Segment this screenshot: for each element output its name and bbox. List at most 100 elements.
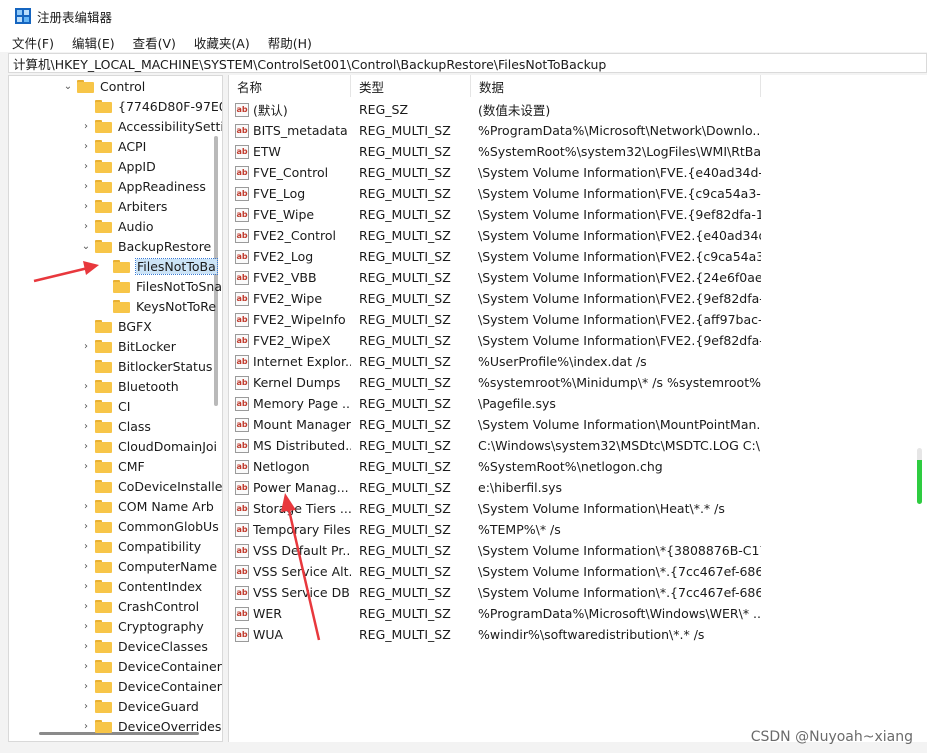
value-row[interactable]: ab Power Manag... REG_MULTI_SZ e:\hiberfil.… — [229, 477, 927, 498]
tree-item[interactable]: › DeviceOverrides — [81, 716, 221, 736]
value-row[interactable]: ab FVE_Log REG_MULTI_SZ \System Volume Info… — [229, 183, 927, 204]
address-path[interactable]: 计算机\HKEY_LOCAL_MACHINE\SYSTEM\ControlSet… — [13, 54, 606, 73]
side-scroll-indicator[interactable] — [917, 448, 922, 504]
value-row[interactable]: ab FVE2_VBB REG_MULTI_SZ \System Volume Inf… — [229, 267, 927, 288]
address-bar[interactable]: 计算机\HKEY_LOCAL_MACHINE\SYSTEM\ControlSet… — [8, 53, 927, 73]
value-row[interactable]: ab WER REG_MULTI_SZ %ProgramData%\Microsoft… — [229, 603, 927, 624]
tree-item[interactable]: FilesNotToBa — [99, 256, 218, 276]
tree-item[interactable]: FilesNotToSna — [99, 276, 222, 296]
tree-item[interactable]: › COM Name Arb — [81, 496, 214, 516]
value-row[interactable]: ab Temporary Files REG_MULTI_SZ %TEMP%\* /s — [229, 519, 927, 540]
chevron-right-icon[interactable]: › — [81, 596, 91, 616]
tree-item[interactable]: › Cryptography — [81, 616, 204, 636]
menu-favorites[interactable]: 收藏夹(A) — [192, 33, 252, 52]
value-row[interactable]: ab Storage Tiers ... REG_MULTI_SZ \System V… — [229, 498, 927, 519]
tree-item[interactable]: › ACPI — [81, 136, 146, 156]
chevron-right-icon[interactable]: › — [81, 516, 91, 536]
chevron-right-icon[interactable]: › — [81, 136, 91, 156]
key-tree-pane[interactable]: ⌄ Control {7746D80F-97E0 › AccessibilitySett… — [8, 75, 223, 742]
value-row[interactable]: ab VSS Service DB REG_MULTI_SZ \System Volu… — [229, 582, 927, 603]
tree-item[interactable]: › DeviceGuard — [81, 696, 199, 716]
tree-item[interactable]: › Class — [81, 416, 151, 436]
tree-item[interactable]: › ComputerName — [81, 556, 217, 576]
value-row[interactable]: ab FVE2_Control REG_MULTI_SZ \System Volume… — [229, 225, 927, 246]
chevron-right-icon[interactable]: › — [81, 176, 91, 196]
tree-item[interactable]: BitlockerStatus — [81, 356, 212, 376]
chevron-right-icon[interactable]: › — [81, 336, 91, 356]
column-header-type[interactable]: 类型 — [351, 75, 471, 97]
chevron-right-icon[interactable]: › — [81, 396, 91, 416]
tree-item[interactable]: › CommonGlobUs — [81, 516, 219, 536]
chevron-right-icon[interactable]: › — [81, 116, 91, 136]
tree-item[interactable]: › CrashControl — [81, 596, 199, 616]
tree-item[interactable]: › AccessibilitySetti — [81, 116, 222, 136]
tree-item[interactable]: › DeviceContainer — [81, 656, 222, 676]
chevron-right-icon[interactable]: › — [81, 696, 91, 716]
chevron-right-icon[interactable]: › — [81, 536, 91, 556]
tree-item[interactable]: ⌄ Control — [63, 76, 145, 96]
tree-item[interactable]: › CI — [81, 396, 130, 416]
value-row[interactable]: ab Mount Manager REG_MULTI_SZ \System Volum… — [229, 414, 927, 435]
tree-item[interactable]: › CMF — [81, 456, 145, 476]
chevron-right-icon[interactable]: › — [81, 436, 91, 456]
tree-item[interactable]: {7746D80F-97E0 — [81, 96, 222, 116]
tree-item[interactable]: ⌄ BackupRestore — [81, 236, 211, 256]
value-row[interactable]: ab (默认) REG_SZ (数值未设置) — [229, 99, 927, 120]
column-header-data[interactable]: 数据 — [471, 75, 761, 97]
tree-item[interactable]: › Compatibility — [81, 536, 201, 556]
value-row[interactable]: ab Netlogon REG_MULTI_SZ %SystemRoot%\netlo… — [229, 456, 927, 477]
title-bar[interactable]: 注册表编辑器 — [0, 0, 927, 32]
value-row[interactable]: ab WUA REG_MULTI_SZ %windir%\softwaredistri… — [229, 624, 927, 645]
chevron-right-icon[interactable]: › — [81, 616, 91, 636]
value-row[interactable]: ab Internet Explor... REG_MULTI_SZ %UserPro… — [229, 351, 927, 372]
tree-item[interactable]: › Bluetooth — [81, 376, 179, 396]
value-row[interactable]: ab BITS_metadata REG_MULTI_SZ %ProgramData%… — [229, 120, 927, 141]
chevron-down-icon[interactable]: ⌄ — [63, 76, 73, 96]
chevron-right-icon[interactable]: › — [81, 716, 91, 736]
chevron-right-icon[interactable]: › — [81, 156, 91, 176]
tree-item[interactable]: › BitLocker — [81, 336, 176, 356]
chevron-right-icon[interactable]: › — [81, 376, 91, 396]
values-list-pane[interactable]: 名称 类型 数据 ab (默认) REG_SZ (数值未设置) ab BITS_metad… — [228, 75, 927, 742]
tree-item[interactable]: › CloudDomainJoi — [81, 436, 217, 456]
value-row[interactable]: ab FVE_Wipe REG_MULTI_SZ \System Volume Inf… — [229, 204, 927, 225]
value-row[interactable]: ab FVE2_Wipe REG_MULTI_SZ \System Volume In… — [229, 288, 927, 309]
tree-item[interactable]: › ContentIndex — [81, 576, 202, 596]
value-row[interactable]: ab MS Distributed... REG_MULTI_SZ C:\Window… — [229, 435, 927, 456]
tree-item[interactable]: CoDeviceInstalle — [81, 476, 222, 496]
menu-edit[interactable]: 编辑(E) — [70, 33, 117, 52]
value-row[interactable]: ab FVE2_WipeX REG_MULTI_SZ \System Volume I… — [229, 330, 927, 351]
value-row[interactable]: ab FVE_Control REG_MULTI_SZ \System Volume … — [229, 162, 927, 183]
tree-item[interactable]: › AppID — [81, 156, 156, 176]
folder-icon — [95, 399, 112, 413]
value-row[interactable]: ab ETW REG_MULTI_SZ %SystemRoot%\system32\L… — [229, 141, 927, 162]
tree-item[interactable]: › DeviceClasses — [81, 636, 208, 656]
value-row[interactable]: ab VSS Service Alt... REG_MULTI_SZ \System … — [229, 561, 927, 582]
tree-item[interactable]: › AppReadiness — [81, 176, 206, 196]
chevron-right-icon[interactable]: › — [81, 496, 91, 516]
value-row[interactable]: ab VSS Default Pr... REG_MULTI_SZ \System V… — [229, 540, 927, 561]
tree-item[interactable]: BGFX — [81, 316, 152, 336]
chevron-right-icon[interactable]: › — [81, 196, 91, 216]
chevron-right-icon[interactable]: › — [81, 576, 91, 596]
chevron-right-icon[interactable]: › — [81, 636, 91, 656]
menu-help[interactable]: 帮助(H) — [266, 33, 314, 52]
tree-item[interactable]: › DeviceContainer — [81, 676, 222, 696]
chevron-right-icon[interactable]: › — [81, 216, 91, 236]
column-header-name[interactable]: 名称 — [229, 75, 351, 97]
value-row[interactable]: ab Memory Page ... REG_MULTI_SZ \Pagefile.s… — [229, 393, 927, 414]
chevron-down-icon[interactable]: ⌄ — [81, 236, 91, 256]
menu-view[interactable]: 查看(V) — [131, 33, 178, 52]
tree-item[interactable]: KeysNotToRe — [99, 296, 216, 316]
value-row[interactable]: ab Kernel Dumps REG_MULTI_SZ %systemroot%\M… — [229, 372, 927, 393]
chevron-right-icon[interactable]: › — [81, 416, 91, 436]
tree-item[interactable]: › Audio — [81, 216, 154, 236]
chevron-right-icon[interactable]: › — [81, 656, 91, 676]
chevron-right-icon[interactable]: › — [81, 676, 91, 696]
menu-file[interactable]: 文件(F) — [10, 33, 56, 52]
chevron-right-icon[interactable]: › — [81, 456, 91, 476]
chevron-right-icon[interactable]: › — [81, 556, 91, 576]
tree-item[interactable]: › Arbiters — [81, 196, 167, 216]
value-row[interactable]: ab FVE2_WipeInfo REG_MULTI_SZ \System Volum… — [229, 309, 927, 330]
value-row[interactable]: ab FVE2_Log REG_MULTI_SZ \System Volume Inf… — [229, 246, 927, 267]
